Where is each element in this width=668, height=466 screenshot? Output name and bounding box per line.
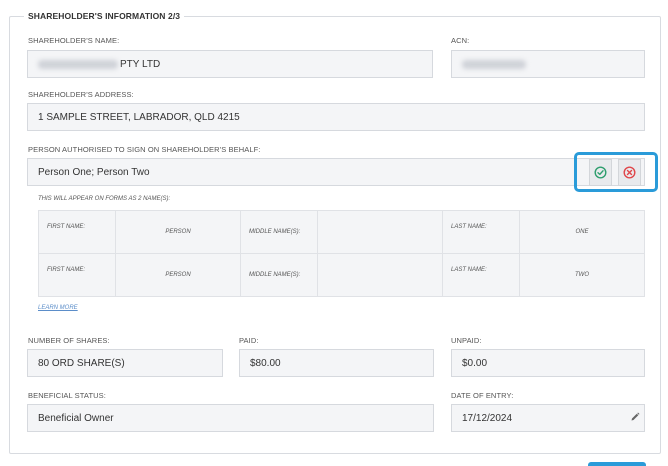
- last-name-value[interactable]: TWO: [519, 253, 645, 297]
- beneficial-status-field[interactable]: Beneficial Owner: [27, 404, 434, 432]
- first-name-label: FIRST NAME:: [38, 210, 116, 254]
- x-circle-icon: [623, 166, 636, 179]
- address-field[interactable]: 1 SAMPLE STREET, LABRADOR, QLD 4215: [27, 103, 645, 131]
- authorised-person-value: Person One; Person Two: [38, 166, 150, 178]
- unpaid-label: UNPAID:: [451, 336, 482, 345]
- acn-label: ACN:: [451, 36, 470, 45]
- edit-actions-highlight: [574, 152, 658, 192]
- learn-more-link[interactable]: LEARN MORE: [38, 305, 78, 311]
- redacted-text: [38, 59, 118, 69]
- unpaid-field[interactable]: $0.00: [451, 349, 645, 377]
- middle-name-label: MIDDLE NAME(S):: [240, 210, 318, 254]
- address-label: SHAREHOLDER'S ADDRESS:: [28, 90, 134, 99]
- pencil-icon[interactable]: [630, 412, 640, 422]
- cancel-button[interactable]: [618, 159, 641, 186]
- middle-name-label: MIDDLE NAME(S):: [240, 253, 318, 297]
- beneficial-status-label: BENEFICIAL STATUS:: [28, 391, 106, 400]
- first-name-label: FIRST NAME:: [38, 253, 116, 297]
- shares-field[interactable]: 80 ORD SHARE(S): [27, 349, 223, 377]
- shares-label: NUMBER OF SHARES:: [28, 336, 110, 345]
- shareholder-name-label: SHAREHOLDER'S NAME:: [28, 36, 120, 45]
- table-row: FIRST NAME: PERSON MIDDLE NAME(S): LAST …: [38, 253, 645, 297]
- table-row: FIRST NAME: PERSON MIDDLE NAME(S): LAST …: [38, 210, 645, 254]
- last-name-label: LAST NAME:: [442, 253, 520, 297]
- names-note: THIS WILL APPEAR ON FORMS AS 2 NAME(S):: [38, 196, 171, 202]
- date-of-entry-field[interactable]: 17/12/2024: [451, 404, 645, 432]
- authorised-person-field[interactable]: Person One; Person Two: [27, 158, 645, 186]
- acn-field[interactable]: [451, 50, 645, 78]
- last-name-label: LAST NAME:: [442, 210, 520, 254]
- shareholder-name-field[interactable]: PTY LTD: [27, 50, 433, 78]
- check-circle-icon: [594, 166, 607, 179]
- middle-name-value[interactable]: [317, 210, 443, 254]
- first-name-value[interactable]: PERSON: [115, 210, 241, 254]
- next-button[interactable]: [588, 462, 646, 466]
- paid-label: PAID:: [239, 336, 259, 345]
- date-of-entry-label: DATE OF ENTRY:: [451, 391, 514, 400]
- confirm-button[interactable]: [589, 159, 612, 186]
- middle-name-value[interactable]: [317, 253, 443, 297]
- names-table: FIRST NAME: PERSON MIDDLE NAME(S): LAST …: [38, 210, 645, 297]
- last-name-value[interactable]: ONE: [519, 210, 645, 254]
- section-title: SHAREHOLDER'S INFORMATION 2/3: [24, 11, 185, 21]
- shareholder-name-value: PTY LTD: [120, 58, 161, 70]
- authorised-person-label: PERSON AUTHORISED TO SIGN ON SHAREHOLDER…: [28, 145, 261, 154]
- date-of-entry-value: 17/12/2024: [462, 412, 513, 424]
- paid-field[interactable]: $80.00: [239, 349, 434, 377]
- redacted-text: [462, 59, 526, 69]
- first-name-value[interactable]: PERSON: [115, 253, 241, 297]
